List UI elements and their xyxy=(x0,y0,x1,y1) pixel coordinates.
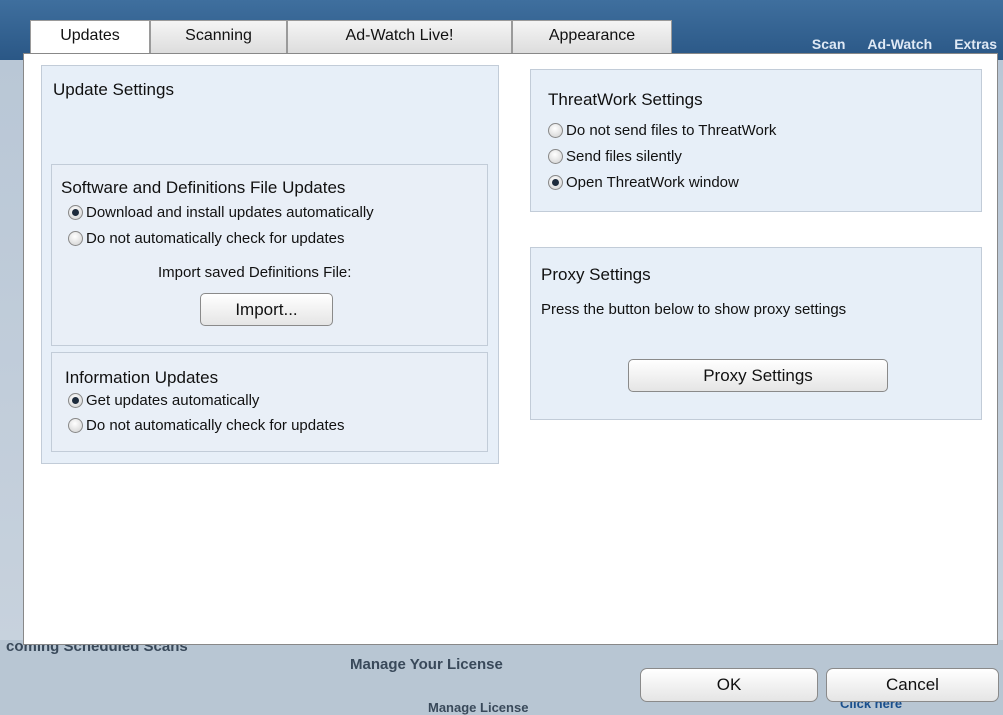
info-no-check-option[interactable]: Do not automatically check for updates xyxy=(68,417,344,434)
tab-updates[interactable]: Updates xyxy=(30,20,150,56)
radio-selected-icon[interactable] xyxy=(548,175,563,190)
software-updates-title: Software and Definitions File Updates xyxy=(61,178,346,197)
radio-unselected-icon[interactable] xyxy=(548,149,563,164)
proxy-settings-title: Proxy Settings xyxy=(541,265,651,284)
cancel-button[interactable]: Cancel xyxy=(826,668,999,702)
software-auto-update-label: Download and install updates automatical… xyxy=(86,204,374,221)
radio-unselected-icon[interactable] xyxy=(68,231,83,246)
radio-unselected-icon[interactable] xyxy=(548,123,563,138)
threatwork-open-window-option[interactable]: Open ThreatWork window xyxy=(548,174,739,191)
radio-unselected-icon[interactable] xyxy=(68,418,83,433)
info-no-check-label: Do not automatically check for updates xyxy=(86,417,345,434)
threatwork-settings-title: ThreatWork Settings xyxy=(548,90,703,109)
proxy-settings-panel: Proxy Settings Press the button below to… xyxy=(530,247,982,420)
info-auto-update-option[interactable]: Get updates automatically xyxy=(68,392,259,409)
import-button[interactable]: Import... xyxy=(200,293,333,326)
ok-button[interactable]: OK xyxy=(640,668,818,702)
software-auto-update-option[interactable]: Download and install updates automatical… xyxy=(68,204,374,221)
info-auto-update-label: Get updates automatically xyxy=(86,392,260,409)
threatwork-open-window-label: Open ThreatWork window xyxy=(566,174,739,191)
information-updates-title: Information Updates xyxy=(65,368,219,387)
threatwork-do-not-send-label: Do not send files to ThreatWork xyxy=(566,122,777,139)
information-updates-group: Information Updates Get updates automati… xyxy=(51,352,488,452)
radio-selected-icon[interactable] xyxy=(68,393,83,408)
update-settings-panel: Update Settings Software and Definitions… xyxy=(41,65,499,464)
software-updates-group: Software and Definitions File Updates Do… xyxy=(51,164,488,346)
settings-dialog: Update Settings Software and Definitions… xyxy=(23,53,998,645)
background-manage-license-button: Manage License xyxy=(428,700,529,715)
background-license-label: Manage Your License xyxy=(350,656,503,673)
threatwork-settings-panel: ThreatWork Settings Do not send files to… xyxy=(530,69,982,212)
threatwork-send-silently-label: Send files silently xyxy=(566,148,682,165)
radio-selected-icon[interactable] xyxy=(68,205,83,220)
threatwork-send-silently-option[interactable]: Send files silently xyxy=(548,148,682,165)
threatwork-do-not-send-option[interactable]: Do not send files to ThreatWork xyxy=(548,122,776,139)
tab-appearance[interactable]: Appearance xyxy=(512,20,672,54)
software-no-check-option[interactable]: Do not automatically check for updates xyxy=(68,230,344,247)
proxy-settings-description: Press the button below to show proxy set… xyxy=(541,301,847,318)
proxy-settings-button[interactable]: Proxy Settings xyxy=(628,359,888,392)
tab-scanning[interactable]: Scanning xyxy=(150,20,287,54)
software-no-check-label: Do not automatically check for updates xyxy=(86,230,345,247)
tab-ad-watch-live[interactable]: Ad-Watch Live! xyxy=(287,20,512,54)
update-settings-title: Update Settings xyxy=(53,80,174,99)
settings-tab-bar: Updates Scanning Ad-Watch Live! Appearan… xyxy=(30,20,672,56)
import-definitions-label: Import saved Definitions File: xyxy=(158,264,352,281)
